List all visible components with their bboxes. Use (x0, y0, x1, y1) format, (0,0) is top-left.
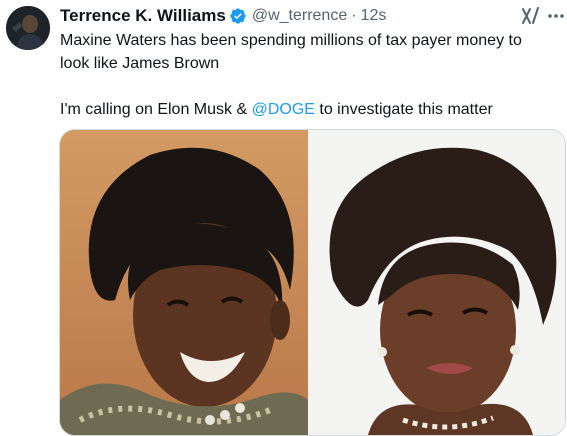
handle[interactable]: @w_terrence (252, 7, 347, 25)
separator-dot: · (351, 7, 357, 24)
photo-left[interactable] (60, 130, 308, 435)
tweet-media[interactable] (59, 129, 566, 436)
avatar[interactable] (6, 6, 50, 50)
tweet-text-segment: I'm calling on Elon Musk & (60, 101, 252, 118)
grok-icon[interactable] (521, 6, 541, 26)
tweet-text-line: Maxine Waters has been spending millions… (60, 32, 522, 49)
tweet-header: Terrence K. Williams @w_terrence · 12s (60, 5, 557, 27)
mention-link[interactable]: @DOGE (252, 101, 315, 118)
display-name[interactable]: Terrence K. Williams (60, 6, 226, 26)
tweet[interactable]: Terrence K. Williams @w_terrence · 12s M… (0, 0, 567, 436)
timestamp[interactable]: 12s (361, 7, 387, 25)
tweet-text: Maxine Waters has been spending millions… (60, 29, 560, 121)
tweet-text-line: look like James Brown (60, 55, 220, 72)
verified-badge-icon (229, 7, 247, 25)
more-icon[interactable] (547, 8, 565, 24)
tweet-text-segment: to investigate this matter (314, 101, 493, 118)
tweet-text-line: I'm calling on Elon Musk & @DOGE to inve… (60, 98, 560, 121)
photo-right[interactable] (308, 130, 565, 435)
